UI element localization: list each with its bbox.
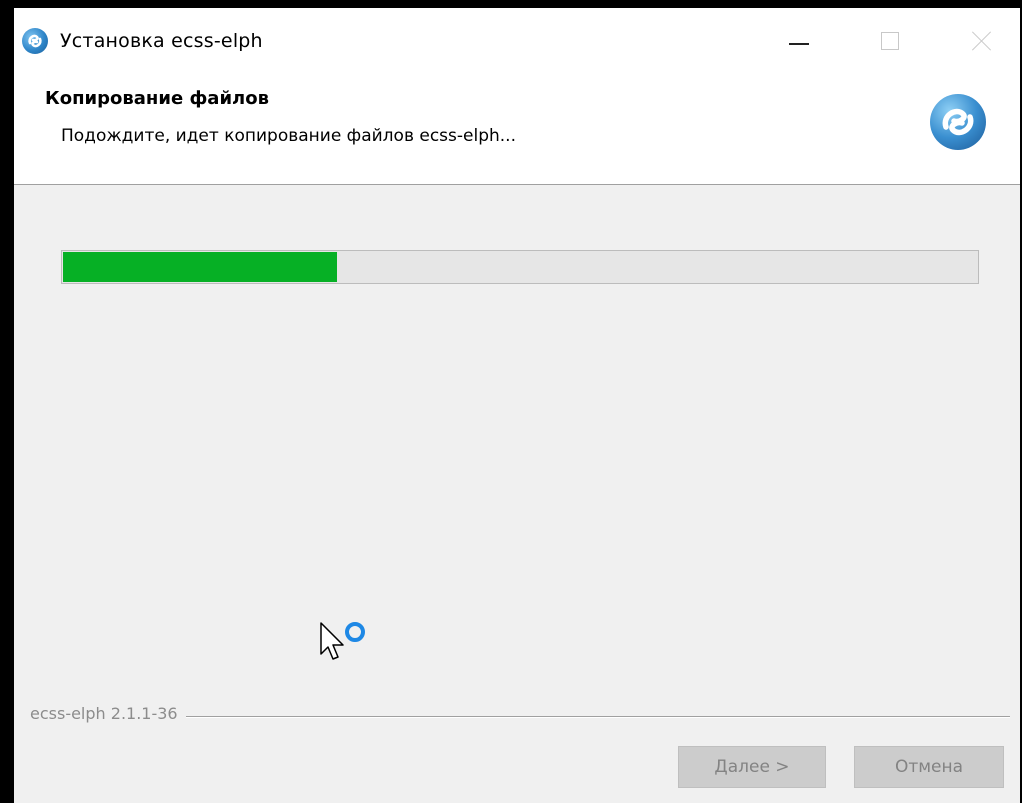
maximize-icon [881, 32, 899, 50]
maximize-button[interactable] [868, 22, 912, 60]
progress-fill [63, 252, 337, 282]
busy-arrow-cursor-icon [318, 620, 368, 668]
close-icon [971, 30, 993, 52]
next-button[interactable]: Далее > [678, 746, 826, 788]
cancel-button[interactable]: Отмена [854, 746, 1004, 788]
copy-progress-bar [61, 250, 979, 284]
app-logo-icon [22, 28, 48, 54]
window-title: Установка ecss-elph [60, 30, 263, 52]
minimize-button[interactable] [777, 22, 821, 60]
page-subtitle: Подождите, идет копирование файлов ecss-… [61, 126, 516, 146]
header-panel: Копирование файлов Подождите, идет копир… [14, 76, 1020, 185]
page-title: Копирование файлов [45, 88, 269, 109]
installer-window: Установка ecss-elph Копирование файлов П… [14, 8, 1020, 803]
title-bar[interactable]: Установка ecss-elph [14, 8, 1020, 76]
close-button[interactable] [960, 22, 1004, 60]
minimize-icon [789, 43, 809, 45]
version-label: ecss-elph 2.1.1-36 [30, 704, 186, 723]
app-logo-large-icon [930, 94, 986, 150]
